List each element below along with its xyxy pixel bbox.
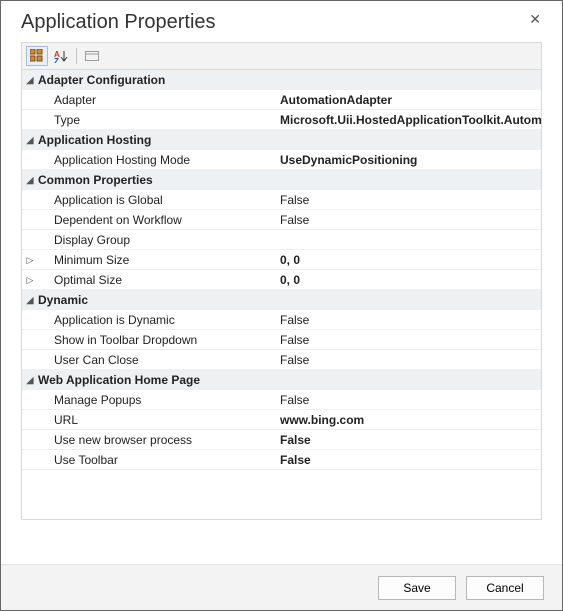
spacer (22, 150, 38, 169)
category-name: Web Application Home Page (38, 370, 276, 389)
property-row[interactable]: Use new browser processFalse (22, 430, 541, 450)
category-header[interactable]: ◢Common Properties (22, 170, 541, 190)
dialog-buttons: Save Cancel (1, 564, 562, 610)
property-row[interactable]: Display Group (22, 230, 541, 250)
property-row[interactable]: Application is GlobalFalse (22, 190, 541, 210)
property-row[interactable]: Show in Toolbar DropdownFalse (22, 330, 541, 350)
property-label: Application Hosting Mode (38, 150, 276, 169)
save-button[interactable]: Save (378, 576, 456, 600)
categorized-button[interactable] (26, 46, 48, 66)
property-label: Type (38, 110, 276, 129)
property-value[interactable]: False (276, 310, 541, 329)
property-row[interactable]: ▷Optimal Size0, 0 (22, 270, 541, 290)
expand-icon[interactable]: ◢ (22, 370, 38, 389)
property-row[interactable]: AdapterAutomationAdapter (22, 90, 541, 110)
property-label: Manage Popups (38, 390, 276, 409)
property-value[interactable]: False (276, 390, 541, 409)
category-header[interactable]: ◢Web Application Home Page (22, 370, 541, 390)
expand-icon[interactable]: ◢ (22, 130, 38, 149)
property-value[interactable]: False (276, 210, 541, 229)
property-row[interactable]: Application Hosting ModeUseDynamicPositi… (22, 150, 541, 170)
spacer (22, 190, 38, 209)
property-label: Optimal Size (38, 270, 276, 289)
property-label: Show in Toolbar Dropdown (38, 330, 276, 349)
property-value[interactable]: False (276, 430, 541, 449)
property-label: Display Group (38, 230, 276, 249)
expand-icon[interactable]: ▷ (22, 250, 38, 269)
property-row[interactable]: ▷Minimum Size0, 0 (22, 250, 541, 270)
property-label: Minimum Size (38, 250, 276, 269)
dialog-title: Application Properties (21, 11, 523, 34)
property-value[interactable] (276, 230, 541, 249)
property-pages-button[interactable] (81, 46, 103, 66)
spacer (22, 310, 38, 329)
expand-icon[interactable]: ◢ (22, 70, 38, 89)
property-value[interactable]: False (276, 330, 541, 349)
categorized-icon (30, 49, 44, 63)
spacer (22, 90, 38, 109)
property-value[interactable]: False (276, 450, 541, 469)
expand-icon[interactable]: ▷ (22, 270, 38, 289)
category-header[interactable]: ◢Adapter Configuration (22, 70, 541, 90)
property-value[interactable]: Microsoft.Uii.HostedApplicationToolkit.A… (276, 110, 541, 129)
property-row[interactable]: Manage PopupsFalse (22, 390, 541, 410)
close-icon[interactable]: ✕ (523, 9, 547, 30)
alphabetical-button[interactable]: A Z (50, 46, 72, 66)
category-header[interactable]: ◢Dynamic (22, 290, 541, 310)
svg-text:Z: Z (54, 57, 59, 63)
property-row[interactable]: TypeMicrosoft.Uii.HostedApplicationToolk… (22, 110, 541, 130)
property-row[interactable]: URLwww.bing.com (22, 410, 541, 430)
category-name: Dynamic (38, 290, 276, 309)
spacer (22, 390, 38, 409)
spacer (22, 110, 38, 129)
property-label: Application is Global (38, 190, 276, 209)
spacer (22, 330, 38, 349)
expand-icon[interactable]: ◢ (22, 170, 38, 189)
category-header[interactable]: ◢Application Hosting (22, 130, 541, 150)
property-label: URL (38, 410, 276, 429)
expand-icon[interactable]: ◢ (22, 290, 38, 309)
property-label: Application is Dynamic (38, 310, 276, 329)
toolbar-separator (76, 48, 77, 64)
property-label: Dependent on Workflow (38, 210, 276, 229)
property-grid[interactable]: ◢Adapter ConfigurationAdapterAutomationA… (21, 70, 542, 520)
titlebar: Application Properties ✕ (1, 1, 562, 42)
property-grid-toolbar: A Z (21, 42, 542, 70)
spacer (22, 210, 38, 229)
property-row[interactable]: Application is DynamicFalse (22, 310, 541, 330)
spacer (22, 410, 38, 429)
property-row[interactable]: Use ToolbarFalse (22, 450, 541, 470)
category-name: Application Hosting (38, 130, 276, 149)
property-value[interactable]: www.bing.com (276, 410, 541, 429)
property-label: Adapter (38, 90, 276, 109)
spacer (22, 230, 38, 249)
spacer (22, 430, 38, 449)
property-value[interactable]: AutomationAdapter (276, 90, 541, 109)
property-label: Use new browser process (38, 430, 276, 449)
category-name: Adapter Configuration (38, 70, 276, 89)
property-row[interactable]: User Can CloseFalse (22, 350, 541, 370)
property-value[interactable]: 0, 0 (276, 270, 541, 289)
property-value[interactable]: UseDynamicPositioning (276, 150, 541, 169)
category-name: Common Properties (38, 170, 276, 189)
property-value[interactable]: 0, 0 (276, 250, 541, 269)
property-label: Use Toolbar (38, 450, 276, 469)
property-value[interactable]: False (276, 350, 541, 369)
spacer (22, 450, 38, 469)
property-pages-icon (85, 50, 99, 62)
property-value[interactable]: False (276, 190, 541, 209)
sort-alpha-icon: A Z (54, 49, 68, 63)
property-row[interactable]: Dependent on WorkflowFalse (22, 210, 541, 230)
cancel-button[interactable]: Cancel (466, 576, 544, 600)
spacer (22, 350, 38, 369)
property-label: User Can Close (38, 350, 276, 369)
